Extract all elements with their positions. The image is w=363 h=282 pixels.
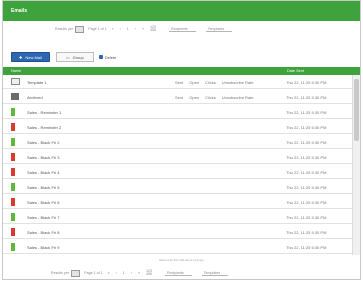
row-meta: Sent Open Clicks Unsubscribe Rate — [175, 80, 254, 85]
status-red-icon — [11, 228, 15, 236]
delete-button[interactable]: Delete — [98, 54, 117, 60]
table-row[interactable]: Sales - Reminder 2 Thu 22, 11:25 5:30 PM — [3, 120, 352, 134]
page-size-options[interactable]: 123 456 — [146, 269, 152, 276]
results-note: Show only first 100 items of query — [158, 258, 205, 262]
row-name: Sales - Reminder 2 — [27, 125, 62, 130]
row-name: Sales - Black Fri 2 — [27, 140, 60, 145]
status-green-icon — [11, 213, 15, 221]
toolbar: ✚ New Mail ▭ Group Delete — [11, 51, 116, 63]
row-meta: Sent Open Clicks Unsubscribe Rate — [175, 95, 254, 100]
table-row[interactable]: Sales - Black Fri 4 Thu 22, 11:25 5:30 P… — [3, 165, 352, 179]
status-green-icon — [11, 108, 15, 116]
grid-rows: Template 1 Sent Open Clicks Unsubscribe Rat… — [3, 75, 352, 255]
group-label: Group — [72, 54, 84, 60]
app-title: Emails — [11, 8, 28, 14]
group-button[interactable]: ▭ Group — [55, 52, 94, 62]
table-row[interactable]: Archived Sent Open Clicks Unsubscribe Rate … — [3, 90, 352, 104]
page-number-button[interactable]: 1 — [123, 271, 125, 275]
email-grid: Name Date Sent Template 1 Sent Open Clicks… — [3, 67, 360, 259]
row-name: Sales - Black Fri 9 — [27, 245, 60, 250]
new-mail-label: New Mail — [25, 54, 42, 60]
last-page-button[interactable]: » — [138, 271, 140, 275]
row-date-sent: Thu 22, 11:25 5:30 PM — [286, 230, 327, 235]
recipients-filter[interactable]: Recipients — [168, 27, 196, 32]
delete-label: Delete — [104, 54, 117, 60]
templates-filter[interactable]: Templates — [205, 27, 233, 32]
page-info-label: Page 1 of 1 — [88, 27, 107, 31]
folder-icon — [11, 93, 19, 100]
status-green-icon — [11, 138, 15, 146]
status-red-icon — [11, 168, 15, 176]
row-date-sent: Thu 22, 11:25 5:30 PM — [286, 80, 327, 85]
results-per-page-select[interactable] — [71, 269, 81, 277]
templates-filter[interactable]: Templates — [201, 271, 229, 276]
status-red-icon — [11, 153, 15, 161]
row-date-sent: Thu 22, 11:25 5:30 PM — [286, 200, 327, 205]
row-name: Sales - Black Fri 4 — [27, 170, 60, 175]
row-name: Sales - Black Fri 7 — [27, 215, 60, 220]
prev-page-button[interactable]: ‹ — [116, 271, 117, 275]
row-date-sent: Thu 22, 11:25 5:30 PM — [286, 185, 327, 190]
status-green-icon — [11, 243, 15, 251]
column-header-name[interactable]: Name — [11, 69, 21, 73]
delete-icon — [98, 55, 103, 59]
next-page-button[interactable]: › — [135, 27, 136, 31]
row-date-sent: Thu 22, 11:25 5:30 PM — [286, 170, 327, 175]
row-name: Sales - Black Fri 6 — [27, 200, 60, 205]
row-date-sent: Thu 22, 11:25 5:30 PM — [286, 155, 327, 160]
app-window: Emails Results per Page 1 of 1 « ‹ 1 › »… — [2, 0, 361, 280]
row-date-sent: Thu 22, 11:25 5:30 PM — [286, 110, 327, 115]
table-row[interactable]: Sales - Black Fri 3 Thu 22, 11:25 5:30 P… — [3, 150, 352, 164]
page-size-options[interactable]: 123 456 — [150, 25, 156, 32]
last-page-button[interactable]: » — [142, 27, 144, 31]
group-icon: ▭ — [65, 54, 70, 60]
row-date-sent: Thu 22, 11:25 5:30 PM — [286, 95, 327, 100]
row-date-sent: Thu 22, 11:25 5:30 PM — [286, 125, 327, 130]
plus-icon: ✚ — [19, 54, 23, 60]
grid-scrollbar[interactable] — [352, 75, 360, 255]
new-mail-button[interactable]: ✚ New Mail — [11, 52, 50, 62]
results-per-page-label: Results per — [55, 27, 74, 31]
recipients-filter[interactable]: Recipients — [164, 271, 192, 276]
status-red-icon — [11, 198, 15, 206]
table-row[interactable]: Sales - Reminder 1 Thu 22, 11:25 5:30 PM — [3, 105, 352, 119]
row-name: Sales - Black Fri 3 — [27, 155, 60, 160]
row-name: Archived — [27, 95, 43, 100]
scrollbar-thumb[interactable] — [354, 79, 359, 141]
page-info-label: Page 1 of 1 — [84, 271, 103, 275]
status-red-icon — [11, 123, 15, 131]
table-row[interactable]: Sales - Black Fri 2 Thu 22, 11:25 5:30 P… — [3, 135, 352, 149]
row-date-sent: Thu 22, 11:25 5:30 PM — [286, 140, 327, 145]
table-row[interactable]: Sales - Black Fri 8 Thu 22, 11:25 5:30 P… — [3, 225, 352, 239]
table-row[interactable]: Sales - Black Fri 7 Thu 22, 11:25 5:30 P… — [3, 210, 352, 224]
row-date-sent: Thu 22, 11:25 5:30 PM — [286, 215, 327, 220]
row-name: Sales - Black Fri 5 — [27, 185, 60, 190]
document-icon — [11, 78, 20, 85]
table-row[interactable]: Template 1 Sent Open Clicks Unsubscribe Rat… — [3, 75, 352, 89]
table-row[interactable]: Sales - Black Fri 6 Thu 22, 11:25 5:30 P… — [3, 195, 352, 209]
first-page-button[interactable]: « — [108, 271, 110, 275]
results-per-page-select[interactable] — [75, 25, 85, 33]
row-name: Sales - Black Fri 8 — [27, 230, 60, 235]
prev-page-button[interactable]: ‹ — [120, 27, 121, 31]
title-bar: Emails — [3, 1, 360, 21]
table-row[interactable]: Sales - Black Fri 5 Thu 22, 11:25 5:30 P… — [3, 180, 352, 194]
column-header-date-sent[interactable]: Date Sent — [287, 69, 304, 73]
row-name: Template 1 — [27, 80, 47, 85]
status-green-icon — [11, 183, 15, 191]
row-name: Sales - Reminder 1 — [27, 110, 62, 115]
page-number-button[interactable]: 1 — [127, 27, 129, 31]
grid-header: Name Date Sent — [3, 67, 360, 75]
pager-top: Results per Page 1 of 1 « ‹ 1 › » 123 45… — [3, 22, 360, 36]
results-per-page-label: Results per — [51, 271, 70, 275]
next-page-button[interactable]: › — [131, 271, 132, 275]
first-page-button[interactable]: « — [112, 27, 114, 31]
pager-bottom: Results per Page 1 of 1 « ‹ 1 › » 123 45… — [3, 266, 360, 280]
table-row[interactable]: Sales - Black Fri 9 Thu 22, 11:25 5:30 P… — [3, 240, 352, 254]
row-date-sent: Thu 22, 11:25 5:30 PM — [286, 245, 327, 250]
